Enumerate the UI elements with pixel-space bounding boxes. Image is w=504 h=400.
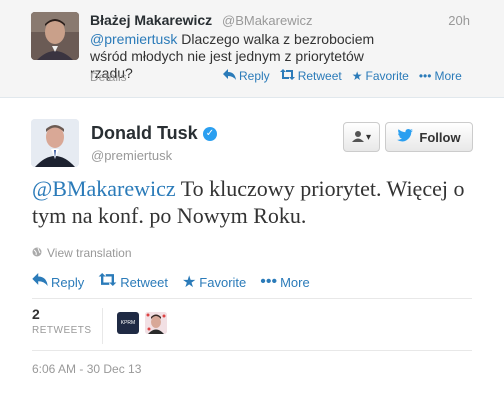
avatar[interactable] bbox=[31, 119, 79, 167]
retweet-button[interactable]: Retweet bbox=[279, 69, 342, 83]
divider bbox=[32, 298, 472, 299]
reply-label: Reply bbox=[239, 69, 270, 83]
retweet-button[interactable]: Retweet bbox=[98, 272, 168, 292]
follow-label: Follow bbox=[419, 129, 461, 145]
retweet-label: Retweet bbox=[297, 69, 342, 83]
favorite-label: Favorite bbox=[199, 274, 247, 290]
retweeter-avatar[interactable]: KPRM bbox=[117, 312, 139, 334]
tweet-actions: Reply Retweet ★ Favorite ••• More bbox=[32, 272, 310, 292]
avatar[interactable] bbox=[31, 12, 79, 60]
divider bbox=[32, 350, 472, 351]
reply-icon bbox=[32, 273, 48, 291]
star-icon: ★ bbox=[181, 274, 197, 291]
retweeter-avatar[interactable] bbox=[145, 312, 167, 334]
more-button[interactable]: ••• More bbox=[260, 272, 309, 292]
reply-label: Reply bbox=[51, 274, 85, 290]
mention-link[interactable]: @premiertusk bbox=[90, 31, 177, 47]
author-handle[interactable]: @BMakarewicz bbox=[222, 13, 313, 28]
favorite-label: Favorite bbox=[365, 69, 409, 83]
retweets-count[interactable]: 2 bbox=[32, 306, 40, 322]
retweet-icon bbox=[98, 273, 117, 291]
caret-down-icon: ▾ bbox=[365, 131, 372, 143]
tweet-text: @BMakarewicz To kluczowy priorytet. Więc… bbox=[32, 175, 472, 229]
more-button[interactable]: ••• More bbox=[419, 69, 462, 83]
star-icon: ★ bbox=[351, 69, 363, 83]
kprm-logo: KPRM bbox=[120, 320, 136, 326]
follow-button[interactable]: Follow bbox=[385, 122, 473, 152]
tweet-timestamp[interactable]: 6:06 AM - 30 Dec 13 bbox=[32, 362, 141, 376]
twitter-bird-icon bbox=[397, 129, 414, 145]
favorite-button[interactable]: ★ Favorite bbox=[352, 69, 409, 83]
author-name[interactable]: Donald Tusk bbox=[91, 123, 198, 144]
more-label: More bbox=[280, 274, 310, 290]
verified-badge-icon: ✓ bbox=[203, 127, 217, 141]
author-handle[interactable]: @premiertusk bbox=[91, 148, 172, 163]
more-label: More bbox=[434, 69, 462, 83]
reply-icon bbox=[223, 69, 236, 83]
view-translation-label: View translation bbox=[47, 246, 132, 260]
retweets-label[interactable]: RETWEETS bbox=[32, 325, 92, 336]
globe-icon bbox=[32, 246, 42, 260]
reply-button[interactable]: Reply bbox=[32, 272, 84, 292]
favorite-button[interactable]: ★ Favorite bbox=[182, 272, 246, 292]
view-translation-link[interactable]: View translation bbox=[32, 246, 132, 260]
tweet-time[interactable]: 20h bbox=[448, 13, 470, 28]
mention-link[interactable]: @BMakarewicz bbox=[32, 176, 176, 201]
more-dots-icon: ••• bbox=[260, 273, 278, 290]
retweet-icon bbox=[279, 69, 295, 83]
details-link[interactable]: Details bbox=[90, 70, 127, 84]
user-actions-button[interactable]: ▾ bbox=[343, 122, 380, 152]
reply-tweet: Błażej Makarewicz @BMakarewicz 20h @prem… bbox=[0, 0, 504, 98]
user-icon bbox=[351, 130, 364, 145]
author-name[interactable]: Błażej Makarewicz bbox=[90, 12, 212, 28]
tweet-actions: Reply Retweet ★ Favorite ••• More bbox=[223, 69, 462, 83]
retweet-label: Retweet bbox=[120, 274, 168, 290]
stats-separator bbox=[102, 308, 103, 344]
more-dots-icon: ••• bbox=[418, 69, 432, 83]
reply-button[interactable]: Reply bbox=[223, 69, 270, 83]
